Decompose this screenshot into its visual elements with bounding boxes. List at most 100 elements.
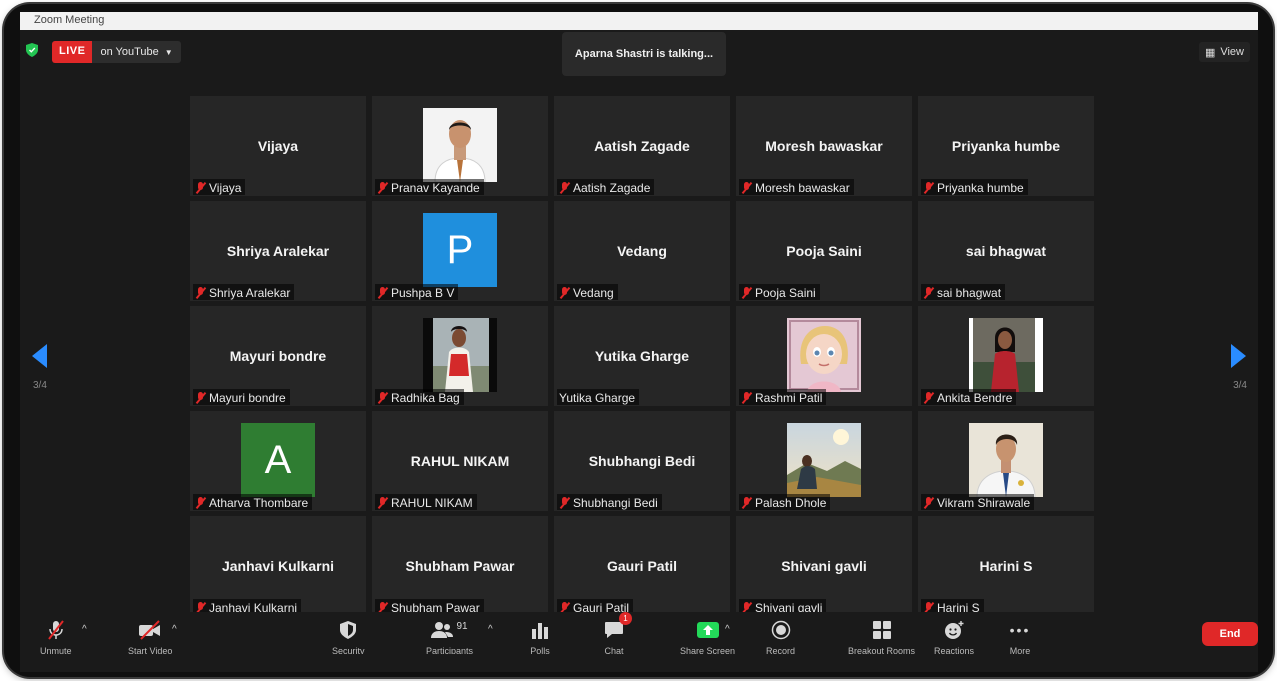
participant-name-label: Atharva Thombare	[193, 494, 313, 510]
polls-label: Polls	[530, 646, 550, 654]
page-indicator-right: 3/4	[1233, 380, 1247, 391]
participant-tile-moresh-bawaskar[interactable]: Moresh bawaskar Moresh bawaskar	[736, 96, 912, 196]
unmute-button[interactable]: Unmute	[40, 618, 72, 654]
more-dots-icon: •••	[1009, 622, 1031, 638]
participant-tile-gauri-patil[interactable]: Gauri Patil Gauri Patil	[554, 516, 730, 616]
record-label: Record	[766, 646, 796, 654]
chat-unread-badge: 1	[619, 612, 632, 625]
muted-microphone-icon	[923, 181, 934, 194]
participant-name-label: RAHUL NIKAM	[375, 494, 477, 510]
participant-name-text: Atharva Thombare	[209, 495, 309, 510]
participant-tile-janhavi-kulkarni[interactable]: Janhavi Kulkarni Janhavi Kulkarni	[190, 516, 366, 616]
share-options-chevron-icon[interactable]: ^	[725, 624, 730, 635]
participant-tile-vijaya[interactable]: Vijaya Vijaya	[190, 96, 366, 196]
participant-tile-vikram-shirawale[interactable]: Vikram Shirawale	[918, 411, 1094, 511]
participant-display-name: Vijaya	[257, 138, 299, 154]
record-button[interactable]: Record	[766, 618, 795, 654]
participant-name-label: Radhika Bag	[375, 389, 464, 405]
participant-display-name: Janhavi Kulkarni	[221, 558, 335, 574]
participant-name-label: Shubhangi Bedi	[557, 494, 662, 510]
participant-name-text: Radhika Bag	[391, 390, 460, 405]
muted-microphone-icon	[741, 181, 752, 194]
participant-tile-rashmi-patil[interactable]: Rashmi Patil	[736, 306, 912, 406]
participant-display-name: Moresh bawaskar	[765, 138, 883, 154]
polls-button[interactable]: Polls	[528, 618, 552, 654]
muted-microphone-icon	[377, 286, 388, 299]
share-screen-label: Share Screen	[680, 646, 736, 654]
participant-name-label: Shriya Aralekar	[193, 284, 295, 300]
window-title: Zoom Meeting	[34, 14, 105, 26]
reactions-button[interactable]: Reactions	[934, 618, 974, 654]
next-page-arrow-icon[interactable]	[1231, 344, 1246, 368]
participants-label: Participants	[426, 646, 474, 654]
participant-tile-yutika-gharge[interactable]: Yutika Gharge Yutika Gharge	[554, 306, 730, 406]
participant-tile-pushpa-b-v[interactable]: P Pushpa B V	[372, 201, 548, 301]
participant-tile-atharva-thombare[interactable]: A Atharva Thombare	[190, 411, 366, 511]
encryption-shield-icon[interactable]	[26, 43, 38, 57]
participant-tile-palash-dhole[interactable]: Palash Dhole	[736, 411, 912, 511]
participant-display-name: Vedang	[617, 243, 667, 259]
view-button-label: View	[1220, 46, 1244, 58]
grid-view-icon: ▦	[1204, 46, 1216, 59]
end-meeting-button[interactable]: End	[1202, 622, 1258, 646]
participant-tile-mayuri-bondre[interactable]: Mayuri bondre Mayuri bondre	[190, 306, 366, 406]
muted-microphone-icon	[741, 391, 752, 404]
participant-tile-shubham-pawar[interactable]: Shubham Pawar Shubham Pawar	[372, 516, 548, 616]
audio-options-chevron-icon[interactable]: ^	[82, 624, 87, 635]
participant-tile-priyanka-humbe[interactable]: Priyanka humbe Priyanka humbe	[918, 96, 1094, 196]
participant-tile-ankita-bendre[interactable]: Ankita Bendre	[918, 306, 1094, 406]
participant-tile-pooja-saini[interactable]: Pooja Saini Pooja Saini	[736, 201, 912, 301]
participant-tile-harini-s[interactable]: Harini S Harini S	[918, 516, 1094, 616]
live-platform-dropdown[interactable]: on YouTube ▼	[92, 41, 181, 63]
start-video-label: Start Video	[128, 646, 173, 654]
video-off-icon	[138, 618, 162, 642]
participant-name-text: Aatish Zagade	[573, 180, 651, 195]
security-button[interactable]: Security	[332, 618, 365, 654]
breakout-rooms-label: Breakout Rooms	[848, 646, 916, 654]
more-button[interactable]: ••• More	[1008, 618, 1032, 654]
avatar-photo	[787, 423, 861, 497]
participant-name-label: Yutika Gharge	[557, 389, 640, 405]
participant-display-name: Aatish Zagade	[594, 138, 690, 154]
participant-tile-pranav-kayande[interactable]: Pranav Kayande	[372, 96, 548, 196]
meeting-screen: LIVE on YouTube ▼ Aparna Shastri is talk…	[20, 30, 1258, 670]
participant-name-text: Priyanka humbe	[937, 180, 1024, 195]
unmute-label: Unmute	[40, 646, 72, 654]
live-stream-indicator[interactable]: LIVE on YouTube ▼	[52, 41, 181, 63]
participant-name-text: Palash Dhole	[755, 495, 827, 510]
security-label: Security	[332, 646, 365, 654]
participant-display-name: Shriya Aralekar	[226, 243, 330, 259]
participant-tile-vedang[interactable]: Vedang Vedang	[554, 201, 730, 301]
muted-microphone-icon	[195, 181, 206, 194]
participant-name-text: Shubhangi Bedi	[573, 495, 658, 510]
participant-name-label: Moresh bawaskar	[739, 179, 854, 195]
participant-tile-sai-bhagwat[interactable]: sai bhagwat sai bhagwat	[918, 201, 1094, 301]
participants-options-chevron-icon[interactable]: ^	[488, 624, 493, 635]
participant-name-label: Ankita Bendre	[921, 389, 1017, 405]
avatar-photo	[969, 423, 1043, 497]
avatar-letter: P	[423, 213, 497, 287]
participant-name-text: Pranav Kayande	[391, 180, 480, 195]
participant-tile-shriya-aralekar[interactable]: Shriya Aralekar Shriya Aralekar	[190, 201, 366, 301]
share-screen-arrow-icon	[696, 618, 720, 642]
chat-button[interactable]: 1 Chat	[602, 612, 632, 654]
muted-microphone-icon	[44, 618, 68, 642]
participant-display-name: Shivani gavli	[781, 558, 867, 574]
participant-name-label: Pooja Saini	[739, 284, 820, 300]
breakout-rooms-grid-icon	[870, 618, 894, 642]
participant-tile-aatish-zagade[interactable]: Aatish Zagade Aatish Zagade	[554, 96, 730, 196]
participant-tile-shubhangi-bedi[interactable]: Shubhangi Bedi Shubhangi Bedi	[554, 411, 730, 511]
start-video-button[interactable]: Start Video	[128, 618, 172, 654]
participants-button[interactable]: 91 Participants	[426, 618, 474, 655]
breakout-rooms-button[interactable]: Breakout Rooms	[848, 618, 915, 654]
muted-microphone-icon	[923, 496, 934, 509]
previous-page-arrow-icon[interactable]	[32, 344, 47, 368]
participant-display-name: Yutika Gharge	[594, 348, 690, 364]
participant-tile-shivani-gavli[interactable]: Shivani gavli Shivani gavli	[736, 516, 912, 616]
participant-name-label: Vikram Shirawale	[921, 494, 1035, 510]
view-button[interactable]: ▦ View	[1198, 42, 1250, 62]
participant-tile-rahul-nikam[interactable]: RAHUL NIKAM RAHUL NIKAM	[372, 411, 548, 511]
chat-label: Chat	[604, 646, 624, 654]
participant-tile-radhika-bag[interactable]: Radhika Bag	[372, 306, 548, 406]
video-options-chevron-icon[interactable]: ^	[172, 624, 177, 635]
